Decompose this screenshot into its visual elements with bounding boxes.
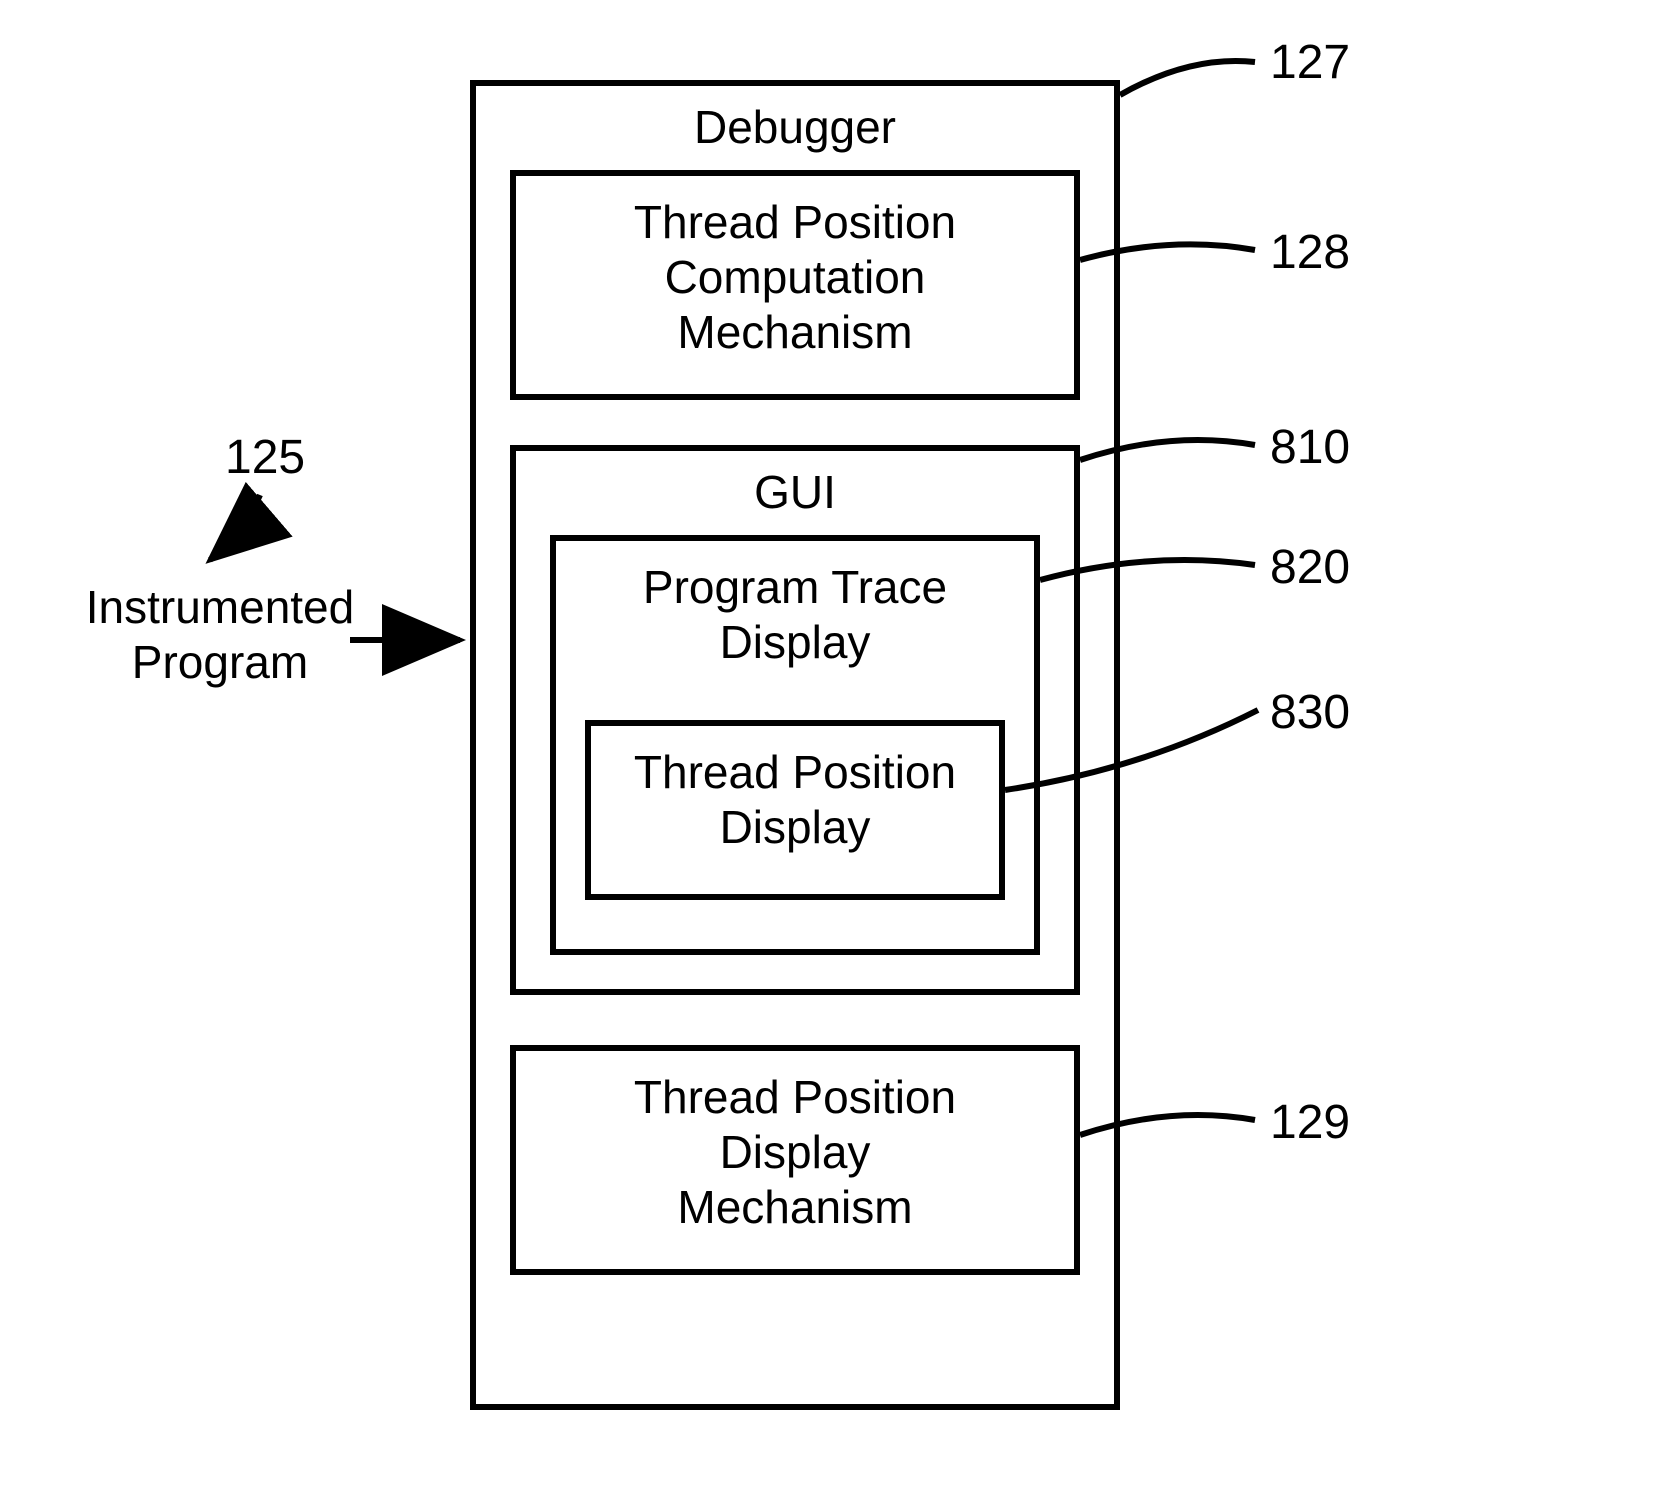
gui-title: GUI — [510, 465, 1080, 520]
instrumented-program-label: Instrumented Program — [55, 580, 385, 690]
ref-128: 128 — [1270, 225, 1350, 280]
debugger-title: Debugger — [470, 100, 1120, 155]
tpd-label: Thread Position Display — [585, 745, 1005, 855]
ref-125: 125 — [225, 430, 305, 485]
ref-810: 810 — [1270, 420, 1350, 475]
ref-820: 820 — [1270, 540, 1350, 595]
ptd-label: Program Trace Display — [550, 560, 1040, 670]
tpdm-label: Thread Position Display Mechanism — [510, 1070, 1080, 1236]
ref-129: 129 — [1270, 1095, 1350, 1150]
ref-830: 830 — [1270, 685, 1350, 740]
tpcm-label: Thread Position Computation Mechanism — [510, 195, 1080, 361]
ref-127: 127 — [1270, 35, 1350, 90]
